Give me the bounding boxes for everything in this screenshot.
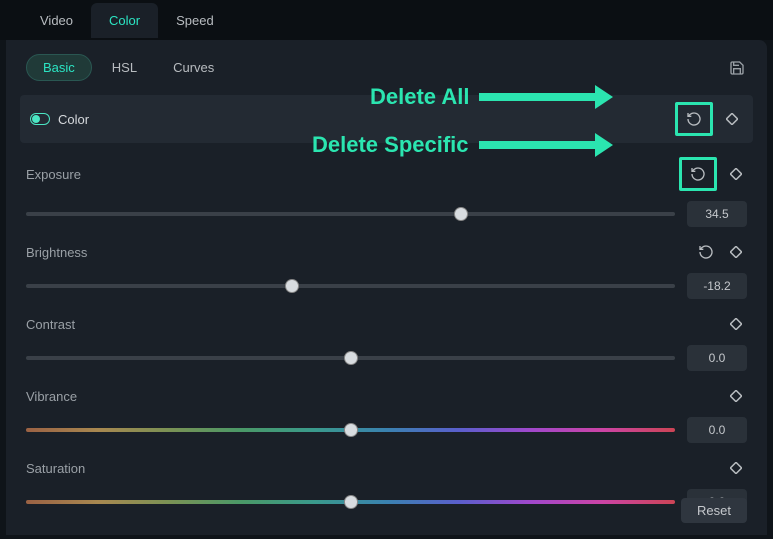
brightness-row: Brightness -18.2 bbox=[20, 241, 753, 299]
vibrance-slider[interactable] bbox=[26, 428, 675, 432]
contrast-label: Contrast bbox=[26, 317, 75, 332]
contrast-row: Contrast 0.0 bbox=[20, 313, 753, 371]
reset-brightness-icon[interactable] bbox=[695, 241, 717, 263]
exposure-handle[interactable] bbox=[454, 207, 468, 221]
keyframe-exposure-icon[interactable] bbox=[725, 163, 747, 185]
main-tabs: Video Color Speed bbox=[0, 0, 773, 40]
contrast-handle[interactable] bbox=[344, 351, 358, 365]
subtab-hsl[interactable]: HSL bbox=[96, 55, 153, 80]
subtabs-row: Basic HSL Curves bbox=[20, 54, 753, 95]
keyframe-brightness-icon[interactable] bbox=[725, 241, 747, 263]
saturation-slider[interactable] bbox=[26, 500, 675, 504]
exposure-row: Exposure 34.5 bbox=[20, 157, 753, 227]
brightness-handle[interactable] bbox=[285, 279, 299, 293]
reset-exposure-icon[interactable] bbox=[687, 163, 709, 185]
exposure-label: Exposure bbox=[26, 167, 81, 182]
exposure-slider[interactable] bbox=[26, 212, 675, 216]
vibrance-label: Vibrance bbox=[26, 389, 77, 404]
subtab-curves[interactable]: Curves bbox=[157, 55, 230, 80]
reset-button[interactable]: Reset bbox=[681, 498, 747, 523]
exposure-value[interactable]: 34.5 bbox=[687, 201, 747, 227]
brightness-label: Brightness bbox=[26, 245, 87, 260]
reset-all-highlight bbox=[675, 102, 713, 136]
reset-all-icon[interactable] bbox=[683, 108, 705, 130]
brightness-slider[interactable] bbox=[26, 284, 675, 288]
subtab-basic[interactable]: Basic bbox=[26, 54, 92, 81]
tab-video[interactable]: Video bbox=[22, 3, 91, 38]
brightness-value[interactable]: -18.2 bbox=[687, 273, 747, 299]
contrast-slider[interactable] bbox=[26, 356, 675, 360]
reset-exposure-highlight bbox=[679, 157, 717, 191]
color-panel: Basic HSL Curves Color Exposure bbox=[6, 40, 767, 535]
tab-color[interactable]: Color bbox=[91, 3, 158, 38]
section-title: Color bbox=[58, 112, 89, 127]
saturation-label: Saturation bbox=[26, 461, 85, 476]
keyframe-section-icon[interactable] bbox=[721, 108, 743, 130]
keyframe-contrast-icon[interactable] bbox=[725, 313, 747, 335]
saturation-handle[interactable] bbox=[344, 495, 358, 509]
vibrance-handle[interactable] bbox=[344, 423, 358, 437]
vibrance-value[interactable]: 0.0 bbox=[687, 417, 747, 443]
color-enable-toggle[interactable] bbox=[30, 113, 50, 125]
keyframe-saturation-icon[interactable] bbox=[725, 457, 747, 479]
contrast-value[interactable]: 0.0 bbox=[687, 345, 747, 371]
save-preset-icon[interactable] bbox=[727, 58, 747, 78]
saturation-row: Saturation 0.0 bbox=[20, 457, 753, 515]
vibrance-row: Vibrance 0.0 bbox=[20, 385, 753, 443]
tab-speed[interactable]: Speed bbox=[158, 3, 232, 38]
color-section-header: Color bbox=[20, 95, 753, 143]
keyframe-vibrance-icon[interactable] bbox=[725, 385, 747, 407]
